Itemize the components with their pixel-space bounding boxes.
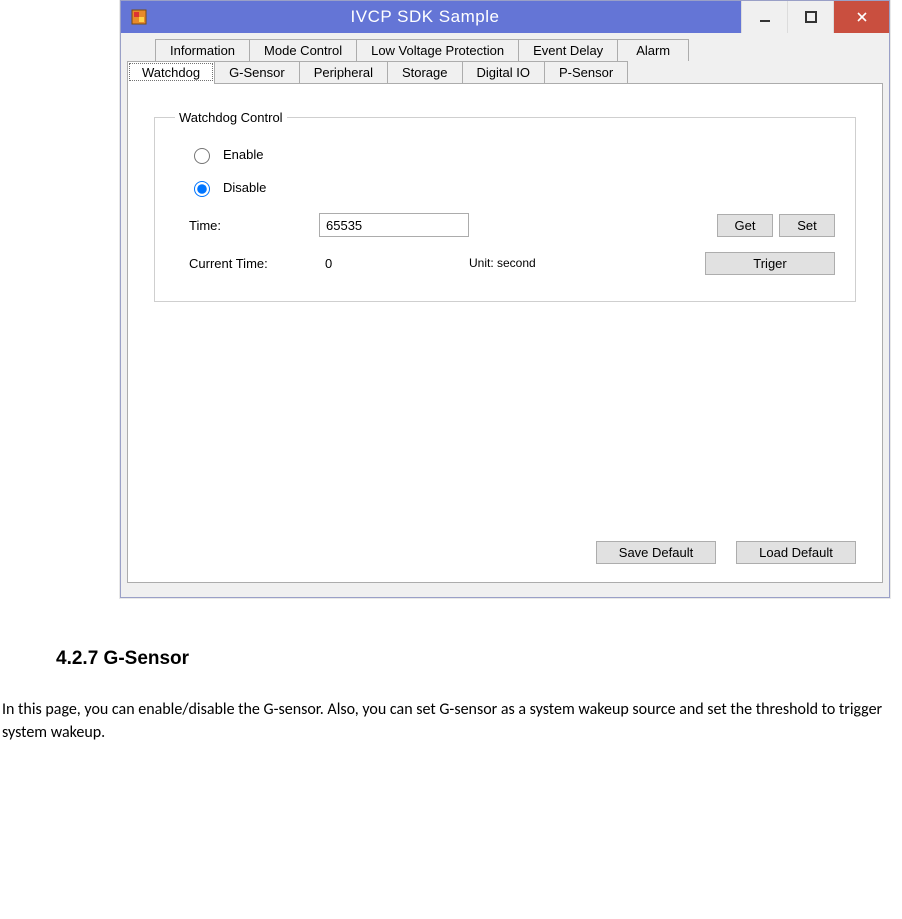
current-time-value: 0 (319, 256, 469, 271)
trigger-button[interactable]: Triger (705, 252, 835, 275)
disable-radio[interactable] (194, 181, 210, 197)
enable-radio[interactable] (194, 148, 210, 164)
tab-storage[interactable]: Storage (387, 61, 463, 83)
load-default-button[interactable]: Load Default (736, 541, 856, 564)
tab-low-voltage-protection[interactable]: Low Voltage Protection (356, 39, 519, 61)
doc-heading: 4.2.7 G-Sensor (56, 648, 902, 670)
titlebar: IVCP SDK Sample (121, 1, 889, 33)
app-window: IVCP SDK Sample Information (120, 0, 890, 598)
tab-event-delay[interactable]: Event Delay (518, 39, 618, 61)
enable-radio-row: Enable (189, 145, 835, 164)
disable-label: Disable (223, 180, 266, 195)
enable-label: Enable (223, 147, 263, 162)
current-time-label: Current Time: (189, 256, 319, 271)
set-button[interactable]: Set (779, 214, 835, 237)
tab-g-sensor[interactable]: G-Sensor (214, 61, 300, 83)
footer-buttons: Save Default Load Default (590, 541, 856, 564)
tab-panel: Watchdog Control Enable Disable Time: (127, 83, 883, 583)
tab-p-sensor[interactable]: P-Sensor (544, 61, 628, 83)
client-area: Information Mode Control Low Voltage Pro… (121, 33, 889, 597)
tab-alarm[interactable]: Alarm (617, 39, 689, 61)
tab-information[interactable]: Information (155, 39, 250, 61)
time-input[interactable] (319, 213, 469, 237)
unit-label: Unit: second (469, 256, 599, 270)
time-label: Time: (189, 218, 319, 233)
get-button[interactable]: Get (717, 214, 773, 237)
app-icon (129, 7, 149, 27)
tab-digital-io[interactable]: Digital IO (462, 61, 545, 83)
close-button[interactable] (833, 1, 889, 33)
save-default-button[interactable]: Save Default (596, 541, 716, 564)
window-title: IVCP SDK Sample (149, 7, 701, 27)
watchdog-control-group: Watchdog Control Enable Disable Time: (154, 110, 856, 302)
group-title: Watchdog Control (175, 110, 287, 125)
tab-peripheral[interactable]: Peripheral (299, 61, 388, 83)
window-buttons (741, 1, 889, 33)
minimize-button[interactable] (741, 1, 787, 33)
current-time-row: Current Time: 0 Unit: second Triger (189, 249, 835, 277)
tab-watchdog[interactable]: Watchdog (127, 61, 215, 83)
doc-body: In this page, you can enable/disable the… (2, 698, 900, 744)
time-row: Time: Get Set (189, 211, 835, 239)
tab-mode-control[interactable]: Mode Control (249, 39, 357, 61)
tabstrip: Information Mode Control Low Voltage Pro… (127, 39, 883, 83)
disable-radio-row: Disable (189, 178, 835, 197)
maximize-button[interactable] (787, 1, 833, 33)
